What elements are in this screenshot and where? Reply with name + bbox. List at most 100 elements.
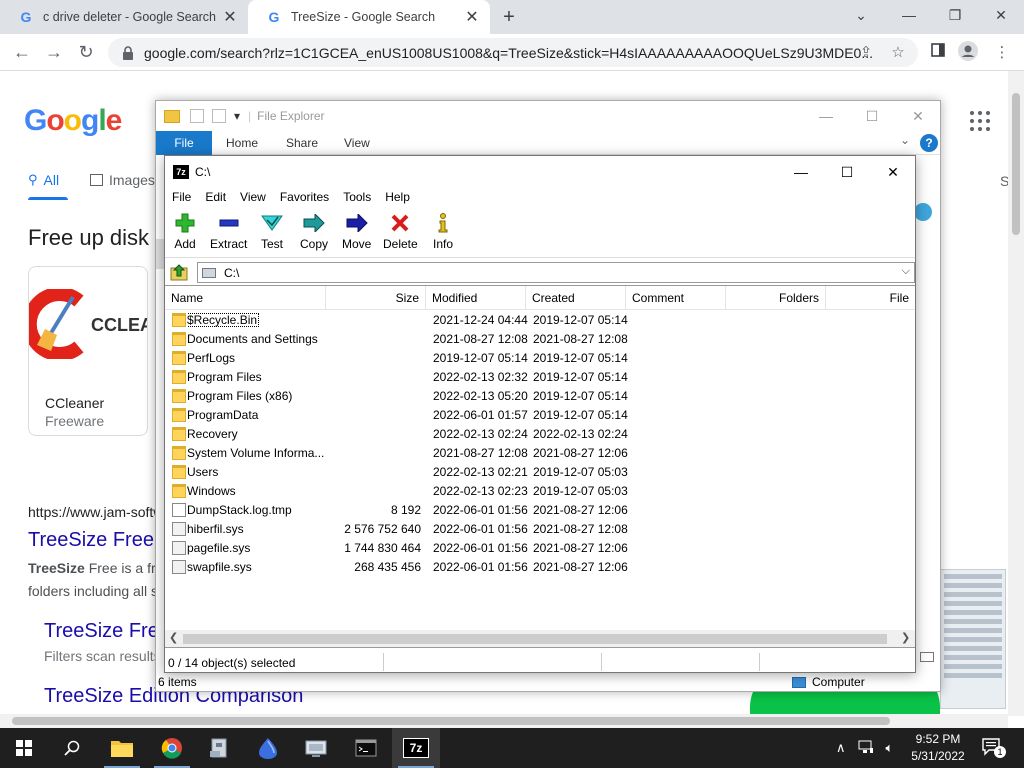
address-bar[interactable]: google.com/search?rlz=1C1GCEA_enUS1008US… bbox=[108, 38, 918, 67]
list-item[interactable]: swapfile.sys 268 435 456 2022-06-01 01:56 2… bbox=[165, 558, 915, 577]
sitelink-treesize-free[interactable]: TreeSize Fre bbox=[44, 620, 159, 643]
result-title-link[interactable]: TreeSize Free bbox=[28, 529, 154, 552]
list-item[interactable]: ProgramData 2022-06-01 01:57 2019-12-07 05… bbox=[165, 406, 915, 425]
google-logo[interactable]: Google bbox=[24, 104, 122, 138]
side-panel-icon[interactable] bbox=[926, 41, 950, 65]
show-hidden-icons-chevron-icon[interactable]: ∧ bbox=[836, 740, 846, 756]
start-button[interactable] bbox=[0, 728, 48, 768]
network-icon[interactable] bbox=[858, 740, 874, 757]
path-combobox[interactable]: C:\ ⌵ bbox=[197, 262, 915, 283]
taskbar-file-explorer[interactable] bbox=[98, 728, 146, 768]
properties-icon[interactable] bbox=[190, 109, 204, 123]
delete-button[interactable]: Delete bbox=[383, 212, 418, 251]
chevron-down-icon[interactable]: ⌄ bbox=[846, 3, 876, 27]
search-tab-images[interactable]: Images bbox=[90, 172, 155, 188]
menu-favorites[interactable]: Favorites bbox=[273, 190, 336, 204]
scrollbar-thumb[interactable] bbox=[12, 717, 890, 725]
explorer-minimize-button[interactable]: — bbox=[810, 105, 842, 127]
list-item[interactable]: Windows 2022-02-13 02:23 2019-12-07 05:03 bbox=[165, 482, 915, 501]
list-item[interactable]: DumpStack.log.tmp 8 192 2022-06-01 01:56 20… bbox=[165, 501, 915, 520]
menu-file[interactable]: File bbox=[165, 190, 198, 204]
column-header-name[interactable]: Name bbox=[165, 286, 326, 310]
explorer-maximize-button[interactable]: ☐ bbox=[856, 105, 888, 127]
maximize-button[interactable]: ☐ bbox=[825, 160, 869, 184]
list-item[interactable]: hiberfil.sys 2 576 752 640 2022-06-01 01:5… bbox=[165, 520, 915, 539]
taskbar-installer-app[interactable] bbox=[196, 728, 244, 768]
explorer-computer-item[interactable]: Computer bbox=[792, 675, 865, 689]
view-toggle-icon[interactable] bbox=[920, 652, 934, 662]
info-button[interactable]: Info bbox=[432, 212, 454, 251]
column-header-comment[interactable]: Comment bbox=[626, 286, 726, 310]
back-button[interactable]: ← bbox=[10, 40, 34, 64]
menu-help[interactable]: Help bbox=[378, 190, 417, 204]
scrollbar-thumb[interactable] bbox=[1012, 93, 1020, 235]
list-item[interactable]: Program Files (x86) 2022-02-13 05:20 2019-… bbox=[165, 387, 915, 406]
folder-up-icon[interactable] bbox=[169, 262, 189, 282]
minimize-button[interactable]: — bbox=[894, 3, 924, 27]
list-horizontal-scrollbar[interactable]: ❮ ❯ bbox=[165, 630, 915, 647]
profile-avatar-icon[interactable] bbox=[956, 41, 980, 65]
chevron-down-icon[interactable]: ⌵ bbox=[902, 265, 910, 278]
tab-c-drive-deleter[interactable]: G c drive deleter - Google Search ✕ bbox=[0, 0, 248, 34]
horizontal-scrollbar[interactable] bbox=[0, 714, 1008, 728]
explorer-close-button[interactable]: ✕ bbox=[902, 105, 934, 127]
column-header-created[interactable]: Created bbox=[526, 286, 626, 310]
taskbar-device-app[interactable] bbox=[292, 728, 340, 768]
column-header-files[interactable]: File bbox=[826, 286, 915, 310]
list-item[interactable]: Documents and Settings 2021-08-27 12:08 20… bbox=[165, 330, 915, 349]
column-header-size[interactable]: Size bbox=[326, 286, 426, 310]
taskbar-sevenzip[interactable]: 7z bbox=[392, 728, 440, 768]
ribbon-tab-file[interactable]: File bbox=[156, 131, 212, 155]
move-button[interactable]: Move bbox=[342, 212, 371, 251]
chrome-menu-icon[interactable]: ⋮ bbox=[990, 41, 1014, 65]
test-button[interactable]: Test bbox=[261, 212, 283, 251]
vertical-scrollbar[interactable] bbox=[1008, 71, 1024, 716]
minimize-button[interactable]: — bbox=[779, 160, 823, 184]
new-tab-button[interactable]: + bbox=[498, 6, 520, 28]
scroll-left-icon[interactable]: ❮ bbox=[169, 631, 178, 644]
extract-button[interactable]: Extract bbox=[210, 212, 247, 251]
taskbar-blue-app[interactable] bbox=[244, 728, 292, 768]
help-icon[interactable]: ? bbox=[920, 134, 938, 152]
menu-tools[interactable]: Tools bbox=[336, 190, 378, 204]
taskbar-terminal[interactable] bbox=[342, 728, 390, 768]
list-item[interactable]: Users 2022-02-13 02:21 2019-12-07 05:03 bbox=[165, 463, 915, 482]
column-header-folders[interactable]: Folders bbox=[726, 286, 826, 310]
google-apps-icon[interactable] bbox=[970, 111, 990, 131]
close-window-button[interactable]: ✕ bbox=[986, 3, 1016, 27]
share-icon[interactable]: ⇪ bbox=[854, 41, 878, 65]
list-item[interactable]: System Volume Informa... 2021-08-27 12:08… bbox=[165, 444, 915, 463]
bookmark-star-icon[interactable]: ☆ bbox=[886, 41, 910, 65]
tab-treesize[interactable]: G TreeSize - Google Search ✕ bbox=[248, 0, 490, 34]
list-item[interactable]: Program Files 2022-02-13 02:32 2019-12-07 … bbox=[165, 368, 915, 387]
close-tab-icon[interactable]: ✕ bbox=[222, 7, 238, 27]
ribbon-tab-home[interactable]: Home bbox=[226, 131, 258, 155]
screenshot-thumbnail[interactable] bbox=[940, 569, 1006, 709]
copy-button[interactable]: Copy bbox=[300, 212, 328, 251]
restore-button[interactable]: ❐ bbox=[940, 3, 970, 27]
clock[interactable]: 9:52 PM 5/31/2022 bbox=[908, 731, 968, 765]
close-button[interactable]: ✕ bbox=[871, 160, 915, 184]
ribbon-tab-view[interactable]: View bbox=[344, 131, 370, 155]
menu-view[interactable]: View bbox=[233, 190, 273, 204]
column-header-modified[interactable]: Modified bbox=[426, 286, 526, 310]
notification-center-button[interactable]: 1 bbox=[982, 738, 1006, 758]
taskbar-chrome[interactable] bbox=[148, 728, 196, 768]
expand-ribbon-chevron-icon[interactable]: ⌄ bbox=[900, 133, 910, 147]
scrollbar-thumb[interactable] bbox=[183, 634, 887, 644]
list-item[interactable]: PerfLogs 2019-12-07 05:14 2019-12-07 05:14 bbox=[165, 349, 915, 368]
volume-icon[interactable]: 🔈︎ bbox=[886, 740, 894, 756]
menu-edit[interactable]: Edit bbox=[198, 190, 233, 204]
scroll-right-icon[interactable]: ❯ bbox=[901, 631, 910, 644]
search-tab-all[interactable]: ⚲ All bbox=[28, 172, 59, 188]
close-tab-icon[interactable]: ✕ bbox=[464, 7, 480, 27]
list-item[interactable]: pagefile.sys 1 744 830 464 2022-06-01 01:5… bbox=[165, 539, 915, 558]
add-button[interactable]: Add bbox=[174, 212, 196, 251]
list-item[interactable]: Recovery 2022-02-13 02:24 2022-02-13 02:24 bbox=[165, 425, 915, 444]
reload-button[interactable]: ↻ bbox=[74, 40, 98, 64]
ribbon-tab-share[interactable]: Share bbox=[286, 131, 318, 155]
ccleaner-card[interactable]: CCLEA CCleaner Freeware bbox=[28, 266, 148, 436]
file-list[interactable]: Name Size Modified Created Comment Folde… bbox=[165, 285, 915, 648]
new-folder-icon[interactable] bbox=[212, 109, 226, 123]
forward-button[interactable]: → bbox=[42, 40, 66, 64]
